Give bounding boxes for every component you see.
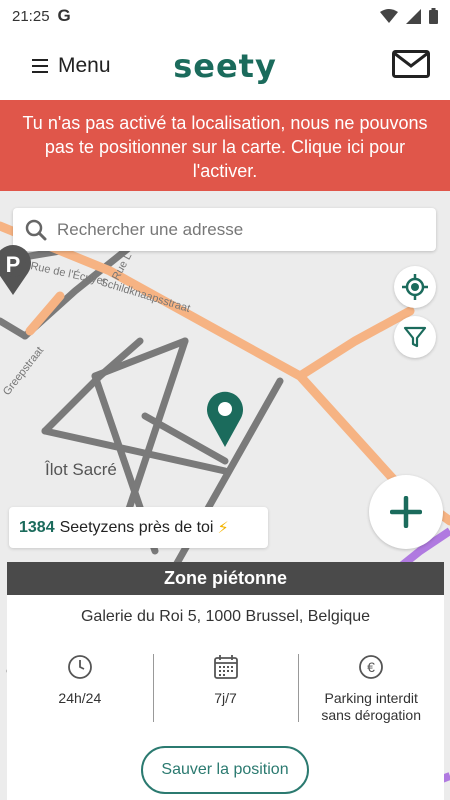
- search-bar[interactable]: [13, 208, 436, 251]
- seetyzens-text: Seetyzens près de toi: [59, 518, 214, 536]
- lightning-icon: ⚡: [217, 519, 229, 537]
- search-icon: [25, 219, 47, 240]
- zone-address: Galerie du Roi 5, 1000 Brussel, Belgique: [80, 608, 371, 625]
- crosshair-icon: [402, 274, 428, 300]
- add-button[interactable]: [369, 475, 443, 549]
- signal-icon: [406, 8, 421, 24]
- calendar-icon: [213, 655, 238, 679]
- street-label-greep: Greepstraat: [1, 345, 46, 398]
- battery-icon: [429, 8, 438, 24]
- seetyzens-counter: 1384 Seetyzens près de toi ⚡: [9, 507, 268, 548]
- wifi-icon: [380, 8, 398, 23]
- info-price-label: Parking interdit sans dérogation: [321, 690, 421, 723]
- zone-info-panel: Zone piétonne Galerie du Roi 5, 1000 Bru…: [7, 562, 444, 800]
- status-time: 21:25: [12, 7, 50, 25]
- parking-marker-icon: P: [0, 245, 31, 295]
- filter-button[interactable]: [394, 316, 436, 358]
- status-bar: 21:25 G: [0, 0, 450, 32]
- status-icons: [380, 8, 438, 24]
- info-hours-label: 24h/24: [58, 690, 102, 706]
- info-days-label: 7j/7: [214, 690, 237, 706]
- hamburger-icon: [32, 59, 48, 73]
- location-warning-banner[interactable]: Tu n'as pas activé ta localisation, nous…: [0, 100, 450, 191]
- clock-icon: [67, 655, 92, 679]
- plus-icon: [390, 496, 422, 528]
- menu-label: Menu: [58, 54, 111, 77]
- euro-icon: €: [359, 655, 384, 679]
- seetyzens-count: 1384: [19, 518, 55, 536]
- save-position-button[interactable]: Sauver la position: [141, 746, 309, 794]
- street-label-schildknaap: Schildknaapsstraat: [99, 276, 191, 315]
- search-input[interactable]: [57, 219, 424, 240]
- parking-marker[interactable]: P: [0, 245, 34, 302]
- info-hours: 24h/24: [7, 652, 153, 724]
- app-bar: Menu seety: [0, 32, 450, 100]
- svg-text:€: €: [367, 659, 375, 675]
- zone-info-row: 24h/24 7j/7 € Parking interdit sans déro…: [7, 652, 444, 724]
- mail-button[interactable]: [392, 49, 430, 83]
- selected-location-pin[interactable]: [205, 390, 245, 453]
- info-price: € Parking interdit sans dérogation: [298, 652, 444, 724]
- locate-me-button[interactable]: [394, 266, 436, 308]
- menu-button[interactable]: Menu: [32, 54, 111, 78]
- info-days: 7j/7: [152, 652, 299, 724]
- place-label-ilot-sacre: Îlot Sacré: [44, 460, 117, 479]
- envelope-icon: [392, 49, 430, 78]
- zone-title: Zone piétonne: [7, 562, 444, 595]
- google-icon: G: [57, 6, 71, 25]
- filter-icon: [403, 326, 427, 348]
- seety-logo: seety: [173, 47, 277, 85]
- svg-text:P: P: [6, 252, 21, 277]
- banner-text: Tu n'as pas activé ta localisation, nous…: [22, 113, 428, 181]
- map-pin-icon: [207, 391, 243, 447]
